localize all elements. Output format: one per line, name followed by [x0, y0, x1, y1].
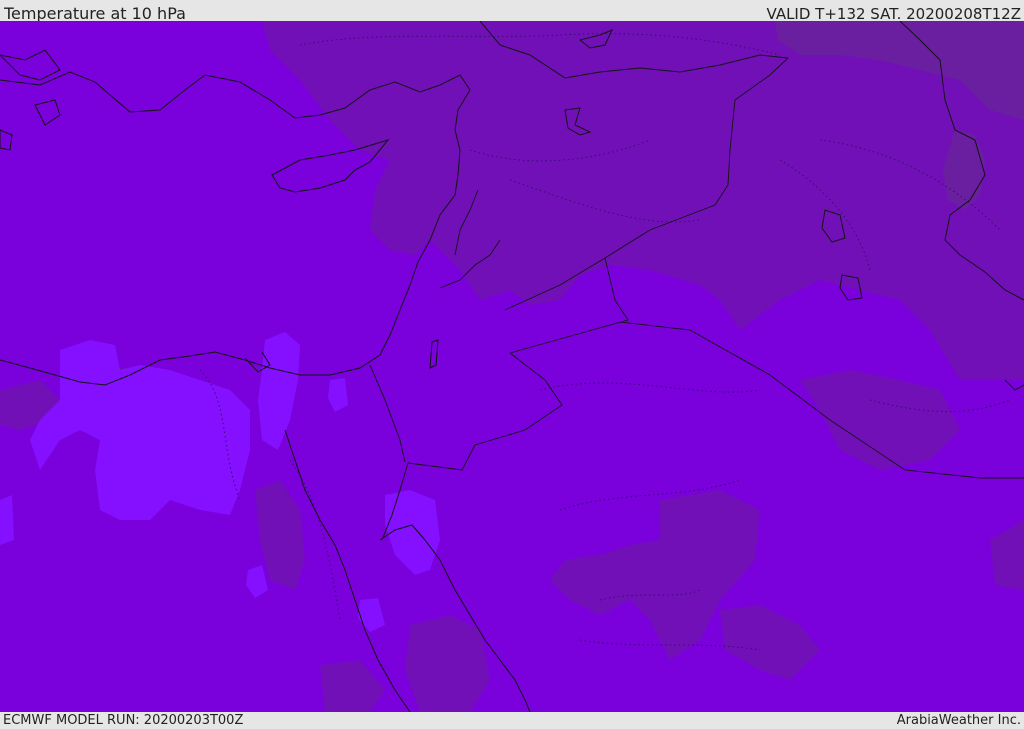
title-bar: Temperature at 10 hPa VALID T+132 SAT. 2…	[0, 0, 1024, 23]
warm-region-south-center	[405, 615, 490, 712]
footer-bar: ECMWF MODEL RUN: 20200203T00Z ArabiaWeat…	[0, 712, 1024, 729]
model-run-label: ECMWF MODEL RUN: 20200203T00Z	[3, 713, 244, 728]
map-canvas	[0, 21, 1024, 712]
credit-label: ArabiaWeather Inc.	[896, 713, 1021, 728]
cool-region-small-4	[0, 495, 14, 545]
temperature-map	[0, 21, 1024, 712]
